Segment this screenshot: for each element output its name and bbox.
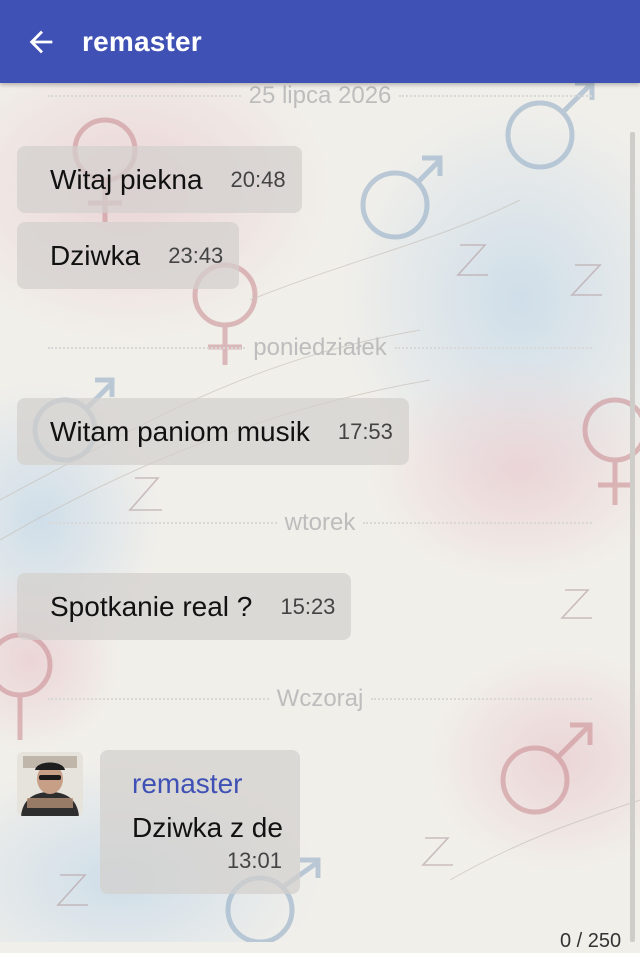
message-bubble[interactable]: Spotkanie real ? 15:23: [17, 573, 352, 640]
message-time: 23:43: [168, 242, 224, 268]
scrollbar[interactable]: [630, 132, 635, 942]
arrow-left-icon: [29, 30, 53, 53]
date-label: Wczoraj: [276, 685, 364, 712]
message-bubble[interactable]: remaster Dziwka z de 13:01: [100, 750, 300, 894]
separator-line: [48, 95, 241, 97]
chat-background-pattern: [0, 40, 640, 942]
message-text: Witam paniom musik: [50, 415, 310, 447]
message-sender[interactable]: remaster: [132, 768, 242, 800]
separator-line: [48, 347, 246, 349]
avatar[interactable]: [17, 752, 83, 816]
separator-line: [394, 347, 592, 349]
message-time: 20:48: [230, 166, 286, 192]
separator-line: [399, 95, 592, 97]
separator-line: [48, 698, 269, 700]
message-time: 17:53: [337, 418, 393, 444]
separator-line: [48, 522, 277, 524]
separator-line: [363, 522, 592, 524]
chat-title: remaster: [82, 25, 202, 57]
message-text: Spotkanie real ?: [50, 590, 253, 622]
date-separator: wtorek: [48, 509, 592, 537]
app-bar: remaster: [0, 0, 640, 83]
message-bubble[interactable]: Witam paniom musik 17:53: [17, 398, 409, 465]
date-label: wtorek: [284, 509, 356, 536]
message-bubble[interactable]: Witaj piekna 20:48: [17, 146, 302, 213]
date-separator: poniedziałek: [48, 334, 592, 362]
message-time: 13:01: [226, 848, 282, 873]
message-text: Dziwka z de: [132, 812, 283, 843]
message-text: Witaj piekna: [50, 163, 203, 195]
date-separator: Wczoraj: [48, 685, 593, 713]
back-button[interactable]: [0, 0, 82, 83]
message-bubble[interactable]: Dziwka 23:43: [17, 222, 240, 289]
user-photo-icon: [17, 752, 83, 816]
date-separator: 25 lipca 2026: [48, 82, 592, 110]
message-text: Dziwka: [50, 239, 141, 271]
message-time: 15:23: [280, 593, 336, 619]
date-label: 25 lipca 2026: [248, 82, 392, 109]
date-label: poniedziałek: [253, 334, 387, 361]
separator-line: [371, 698, 593, 700]
